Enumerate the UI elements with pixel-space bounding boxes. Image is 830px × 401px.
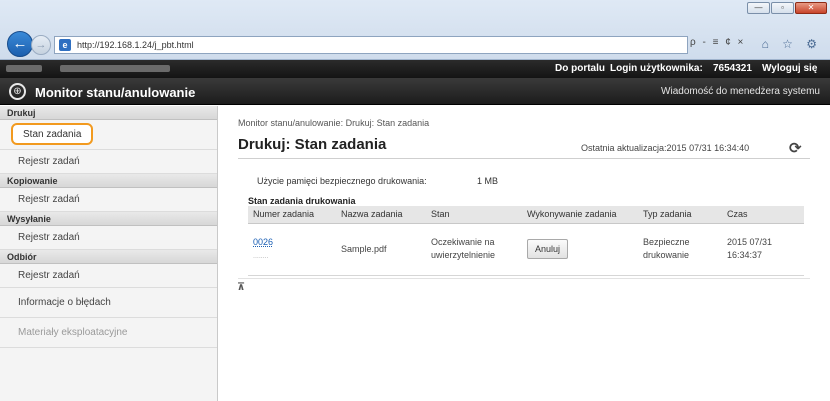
job-number-cell: 0026 ........	[248, 223, 336, 276]
browser-tool-icons[interactable]: ⌂ ☆ ⚙	[762, 37, 822, 51]
browser-chrome: — ▫ ✕ ← → e http://192.168.1.24/j_pbt.ht…	[0, 0, 830, 60]
close-button[interactable]: ✕	[795, 2, 827, 14]
portal-link[interactable]: Do portalu	[555, 63, 605, 74]
column-header-job-number: Numer zadania	[248, 206, 336, 224]
sidebar-section-receive: Odbiór	[0, 250, 217, 264]
title-divider	[238, 158, 810, 159]
sidebar-item-label: Stan zadania	[11, 123, 94, 145]
device-name-blurred	[6, 65, 42, 72]
main-content: Monitor stanu/anulowanie: Drukuj: Stan z…	[228, 106, 824, 401]
window-controls: — ▫ ✕	[747, 2, 827, 14]
column-header-time: Czas	[722, 206, 804, 224]
last-update-text: Ostatnia aktualizacja:2015 07/31 16:34:4…	[581, 143, 750, 153]
sidebar-item-error-info[interactable]: Informacje o błędach	[0, 288, 217, 318]
sidebar-item-job-status[interactable]: Stan zadania	[0, 120, 217, 150]
login-label: Login użytkownika:	[610, 63, 703, 74]
logout-link[interactable]: Wyloguj się	[762, 63, 817, 74]
job-time-cell: 2015 07/31 16:34:37	[722, 223, 804, 276]
print-job-table: Numer zadania Nazwa zadania Stan Wykonyw…	[248, 206, 804, 276]
address-tools[interactable]: ρ - ≡ ¢ ×	[690, 37, 745, 48]
collapse-icon[interactable]: ⊼	[237, 282, 245, 293]
sidebar-section-print: Drukuj	[0, 106, 217, 120]
app-title: Monitor stanu/anulowanie	[35, 85, 196, 100]
secure-print-memory-label: Użycie pamięci bezpiecznego drukowania:	[257, 176, 427, 186]
forward-arrow-icon[interactable]: →	[31, 35, 51, 55]
secure-print-memory-value: 1 MB	[477, 176, 499, 186]
sidebar-item-send-job-log[interactable]: Rejestr zadań	[0, 226, 217, 250]
app-title-bar: ⊕ Monitor stanu/anulowanie Wiadomość do …	[0, 78, 830, 105]
table-header-row: Numer zadania Nazwa zadania Stan Wykonyw…	[248, 206, 804, 224]
sidebar-section-send: Wysyłanie	[0, 212, 217, 226]
cancel-job-button[interactable]: Anuluj	[527, 239, 569, 259]
job-operation-cell: Anuluj	[522, 223, 638, 276]
page-favicon-icon: e	[59, 39, 71, 51]
sidebar-section-copy: Kopiowanie	[0, 174, 217, 188]
job-number-sub: ........	[253, 252, 269, 260]
minimize-button[interactable]: —	[747, 2, 770, 14]
job-table-caption: Stan zadania drukowania	[248, 196, 356, 206]
refresh-icon[interactable]: ⟳	[789, 139, 802, 157]
table-row: 0026 ........ Sample.pdf Oczekiwanie na …	[248, 223, 804, 276]
page-title: Drukuj: Stan zadania	[238, 136, 387, 153]
site-top-bar: Do portalu Login użytkownika: 7654321 Wy…	[0, 60, 830, 78]
column-header-job-name: Nazwa zadania	[336, 206, 426, 224]
monitor-logo-icon: ⊕	[9, 83, 26, 100]
sidebar: Drukuj Stan zadania Rejestr zadań Kopiow…	[0, 106, 218, 401]
column-header-job-type: Typ zadania	[638, 206, 722, 224]
content-divider	[238, 278, 810, 279]
sidebar-item-print-job-log[interactable]: Rejestr zadań	[0, 150, 217, 174]
sidebar-item-copy-job-log[interactable]: Rejestr zadań	[0, 188, 217, 212]
sidebar-item-consumables[interactable]: Materiały eksploatacyjne	[0, 318, 217, 348]
job-name-cell: Sample.pdf	[336, 223, 426, 276]
admin-message-link[interactable]: Wiadomość do menedżera systemu	[661, 86, 820, 97]
column-header-job-operation: Wykonywanie zadania	[522, 206, 638, 224]
back-arrow-icon[interactable]: ←	[7, 31, 33, 57]
address-url[interactable]: http://192.168.1.24/j_pbt.html	[77, 40, 194, 50]
address-bar[interactable]: e http://192.168.1.24/j_pbt.html	[54, 36, 688, 54]
column-header-status: Stan	[426, 206, 522, 224]
job-type-cell: Bezpieczne drukowanie	[638, 223, 722, 276]
job-status-cell: Oczekiwanie na uwierzytelnienie	[426, 223, 522, 276]
job-number-link[interactable]: 0026	[253, 237, 273, 247]
maximize-button[interactable]: ▫	[771, 2, 794, 14]
login-id: 7654321	[713, 63, 752, 74]
device-model-blurred	[60, 65, 170, 72]
sidebar-item-receive-job-log[interactable]: Rejestr zadań	[0, 264, 217, 288]
breadcrumb: Monitor stanu/anulowanie: Drukuj: Stan z…	[238, 118, 430, 128]
